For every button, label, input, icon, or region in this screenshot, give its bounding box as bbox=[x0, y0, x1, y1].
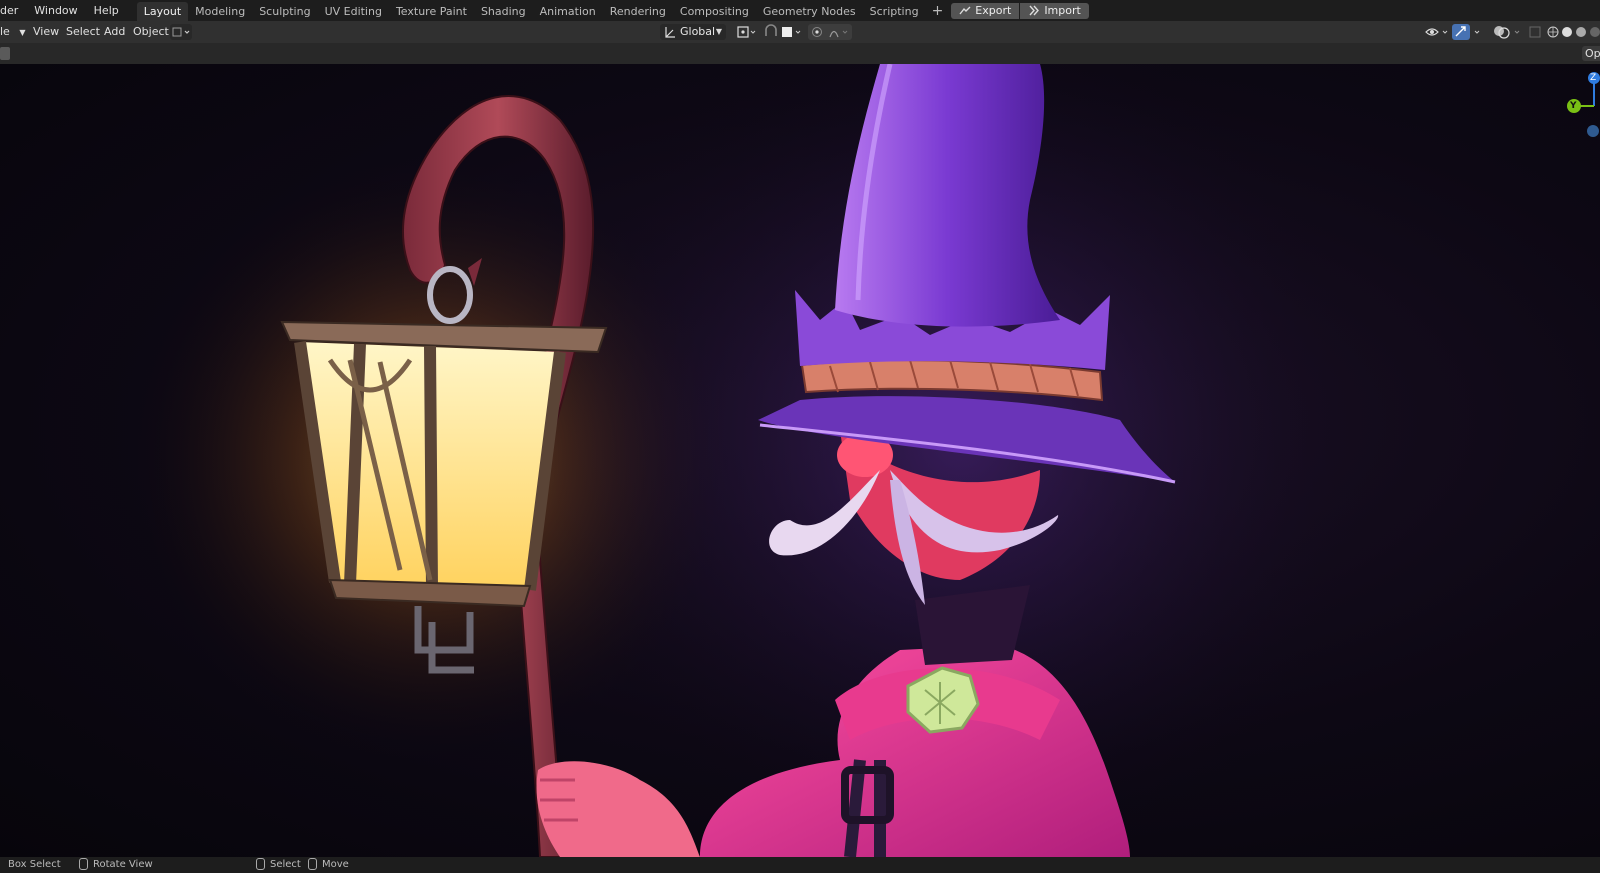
add-workspace-button[interactable]: + bbox=[926, 3, 950, 19]
gizmo-dropdown[interactable] bbox=[1472, 21, 1484, 43]
tab-animation[interactable]: Animation bbox=[533, 2, 603, 21]
render-scene bbox=[130, 64, 1380, 857]
tab-sculpting[interactable]: Sculpting bbox=[252, 2, 317, 21]
chevron-down-icon bbox=[1474, 30, 1480, 34]
import-button[interactable]: Import bbox=[1020, 2, 1089, 19]
tab-compositing[interactable]: Compositing bbox=[673, 2, 756, 21]
menu-view[interactable]: View bbox=[33, 21, 59, 43]
orientation-label: Global bbox=[680, 25, 716, 38]
hand bbox=[536, 761, 700, 857]
options-button[interactable]: Opt bbox=[1582, 46, 1600, 61]
tab-modeling[interactable]: Modeling bbox=[188, 2, 252, 21]
mode-label: le bbox=[0, 25, 10, 38]
menu-render[interactable]: der bbox=[0, 0, 26, 21]
xray-icon bbox=[1529, 26, 1541, 38]
chevron-down-icon: ▼ bbox=[715, 27, 722, 36]
square-icon bbox=[782, 27, 801, 37]
select-tweak-icon bbox=[172, 27, 190, 37]
select-label: Select bbox=[270, 859, 301, 870]
xray-toggle[interactable] bbox=[1527, 21, 1543, 43]
pivot-point-dropdown[interactable] bbox=[735, 21, 759, 43]
eye-icon bbox=[1425, 28, 1448, 36]
tab-rendering[interactable]: Rendering bbox=[603, 2, 673, 21]
overlays-icon bbox=[1494, 26, 1520, 39]
orientation-icon bbox=[665, 27, 675, 38]
shading-icons bbox=[1547, 26, 1600, 38]
snap-icon bbox=[765, 24, 777, 36]
tab-geometry-nodes[interactable]: Geometry Nodes bbox=[756, 2, 863, 21]
tab-shading[interactable]: Shading bbox=[474, 2, 533, 21]
export-icon bbox=[959, 6, 971, 15]
status-rotate-view: Rotate View bbox=[79, 857, 153, 873]
tab-layout[interactable]: Layout bbox=[136, 2, 189, 21]
gizmo-icon bbox=[1455, 26, 1466, 37]
status-bar: Box Select Rotate View Select Move bbox=[0, 857, 1600, 873]
pivot-icon bbox=[737, 26, 756, 38]
mouse-left-icon bbox=[256, 858, 265, 870]
export-label: Export bbox=[975, 3, 1012, 17]
gizmo-z-label: Z bbox=[1590, 73, 1597, 83]
transform-orientation-dropdown[interactable]: Global ▼ bbox=[660, 24, 726, 40]
proportional-edit-icon bbox=[812, 27, 848, 38]
export-import-group: Export Import bbox=[951, 2, 1089, 19]
snap-target-dropdown[interactable] bbox=[780, 21, 806, 43]
snap-toggle[interactable] bbox=[763, 21, 779, 43]
mouse-middle-icon bbox=[79, 858, 88, 870]
proportional-editing-group[interactable] bbox=[808, 24, 852, 40]
status-box-select: Box Select bbox=[8, 859, 61, 870]
status-move: Move bbox=[308, 857, 349, 873]
menu-object[interactable]: Object bbox=[133, 21, 169, 43]
mode-dropdown[interactable]: le ▼ bbox=[0, 21, 25, 43]
shading-mode-group[interactable] bbox=[1546, 21, 1600, 43]
select-mode-dropdown[interactable] bbox=[170, 24, 192, 40]
overlays-toggle[interactable] bbox=[1490, 21, 1526, 43]
visibility-dropdown[interactable] bbox=[1424, 21, 1452, 43]
top-bar: der Window Help Layout Modeling Sculptin… bbox=[0, 0, 1600, 21]
mouse-right-icon bbox=[308, 858, 317, 870]
gizmo-y-label: Y bbox=[1570, 101, 1577, 111]
3d-viewport[interactable]: Z Y bbox=[0, 64, 1600, 857]
tab-texture-paint[interactable]: Texture Paint bbox=[389, 2, 474, 21]
status-select: Select bbox=[256, 857, 301, 873]
move-label: Move bbox=[322, 859, 349, 870]
tool-header: Opt bbox=[0, 43, 1600, 64]
rotate-view-label: Rotate View bbox=[93, 859, 153, 870]
workspace-tabs: Layout Modeling Sculpting UV Editing Tex… bbox=[136, 0, 1089, 21]
gizmo-toggle[interactable] bbox=[1452, 24, 1470, 40]
navigation-gizmo[interactable]: Z Y bbox=[1560, 70, 1600, 140]
menu-help[interactable]: Help bbox=[86, 0, 127, 21]
chevron-down-icon: ▼ bbox=[19, 28, 26, 37]
viewport-header: le ▼ View Select Add Object Global ▼ bbox=[0, 21, 1600, 43]
menu-window[interactable]: Window bbox=[26, 0, 85, 21]
menu-select[interactable]: Select bbox=[66, 21, 100, 43]
export-button[interactable]: Export bbox=[951, 2, 1020, 19]
import-label: Import bbox=[1044, 3, 1081, 17]
tab-uv-editing[interactable]: UV Editing bbox=[318, 2, 389, 21]
menu-add[interactable]: Add bbox=[104, 21, 125, 43]
tool-settings-icon[interactable] bbox=[0, 47, 10, 60]
import-icon bbox=[1029, 5, 1040, 16]
tab-scripting[interactable]: Scripting bbox=[863, 2, 926, 21]
